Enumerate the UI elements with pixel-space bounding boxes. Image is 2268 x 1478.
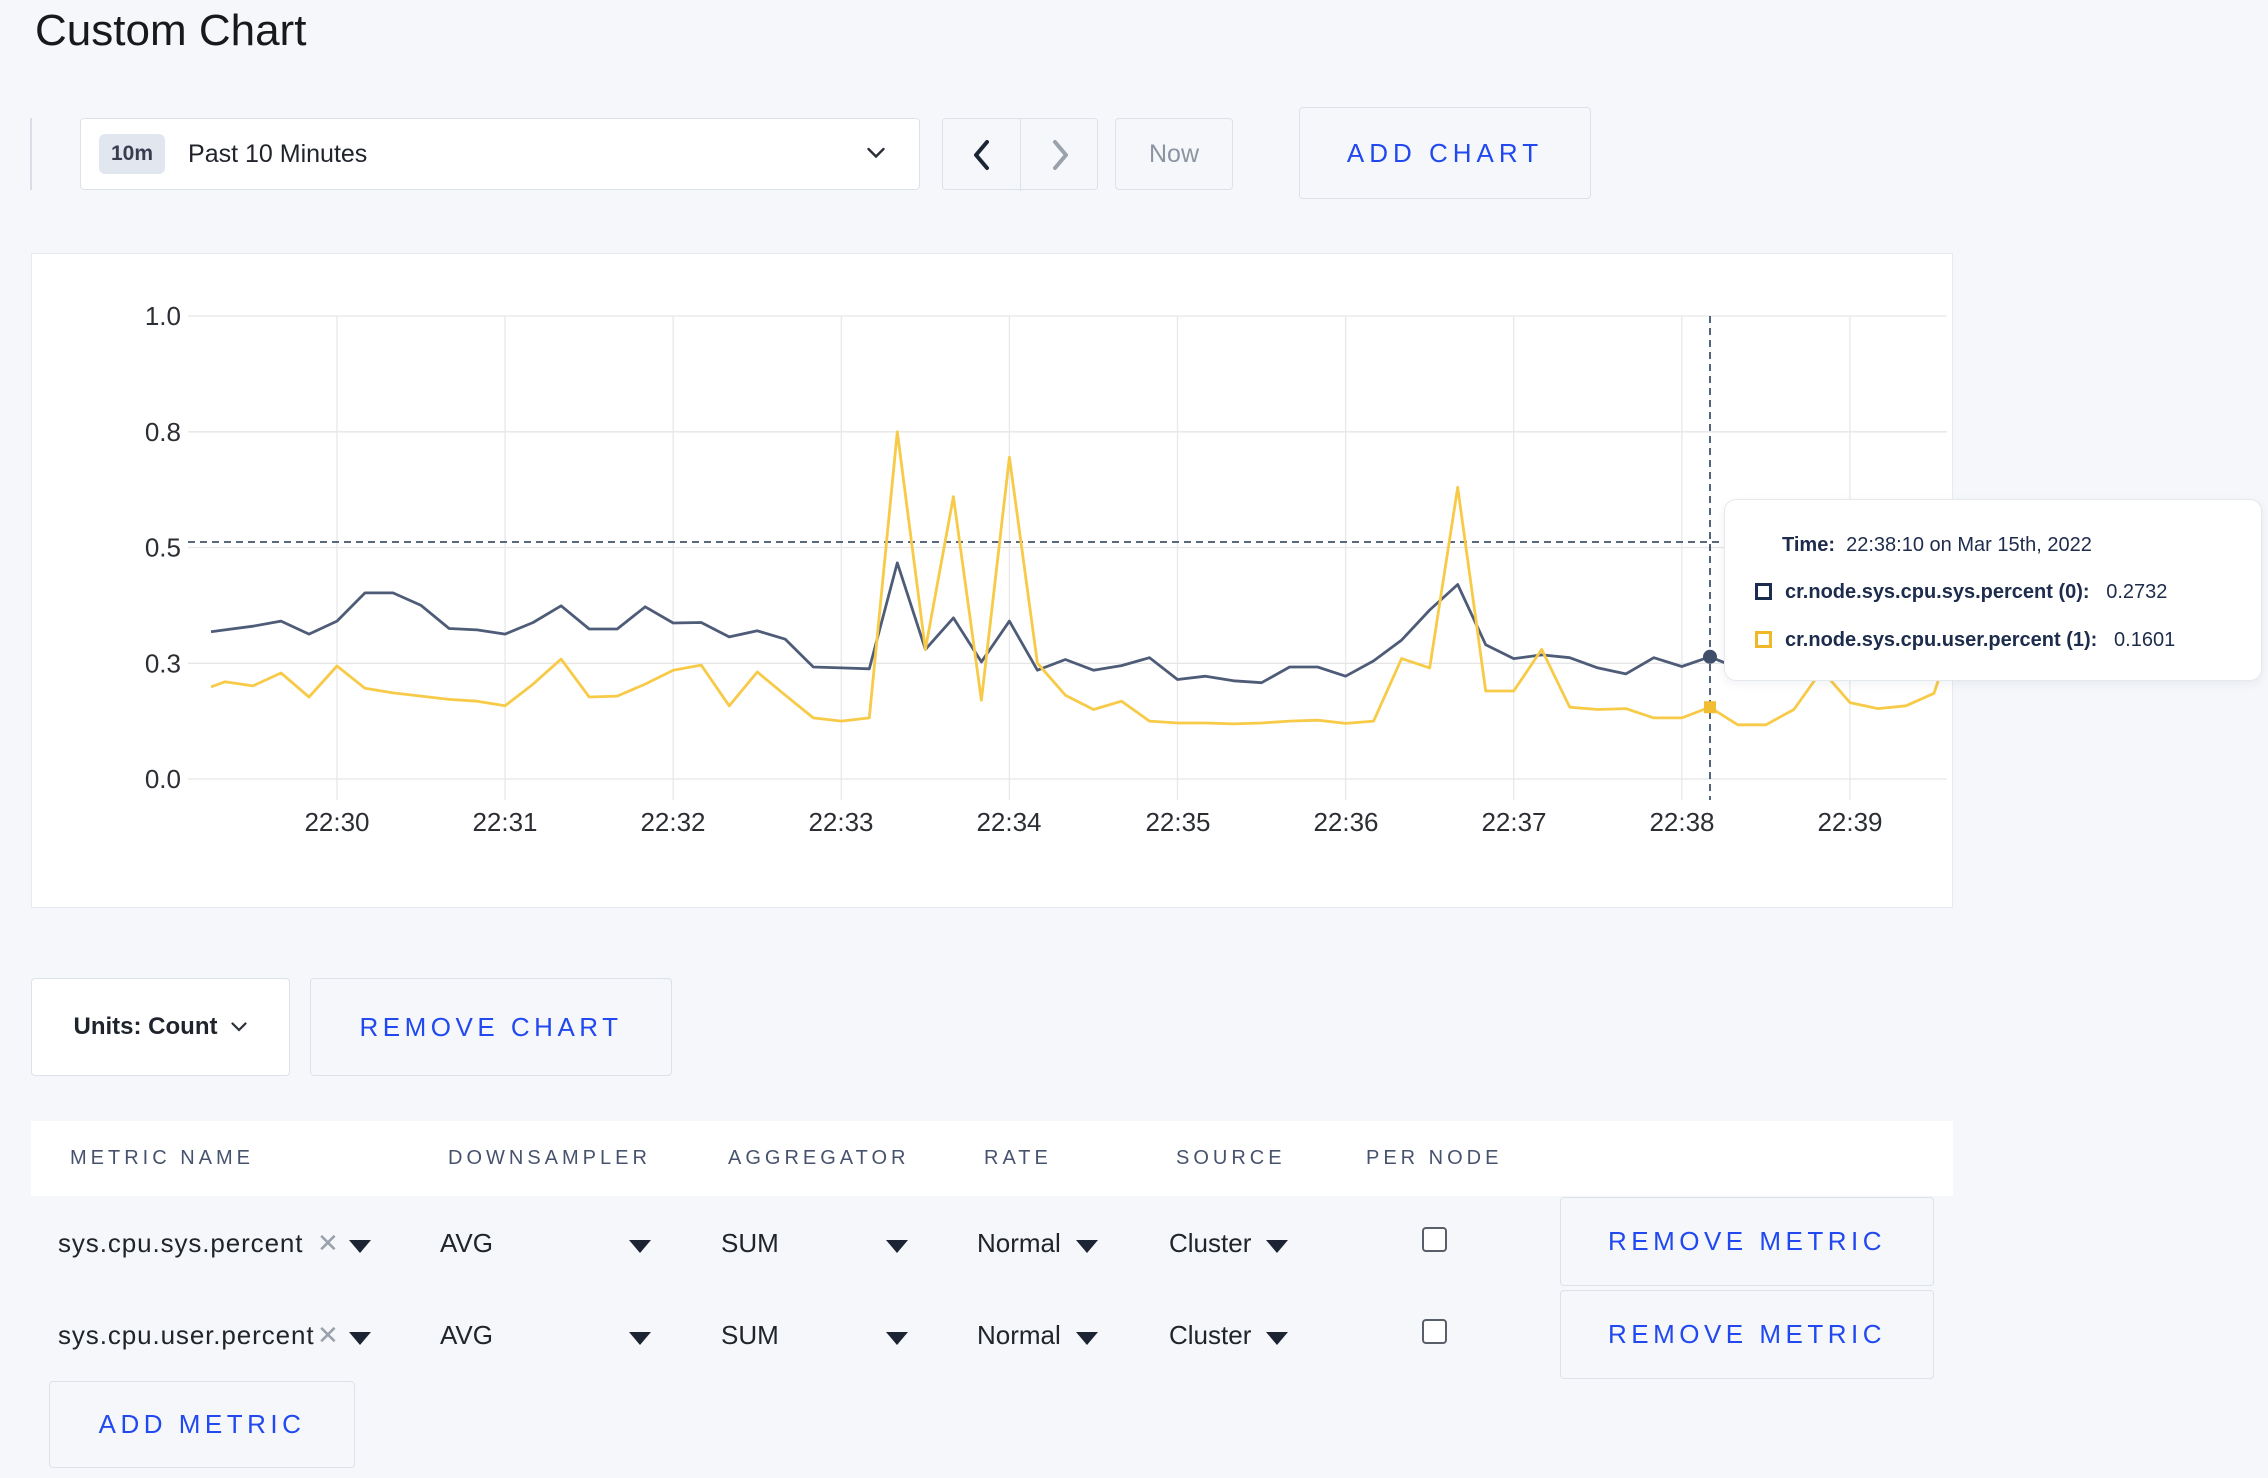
svg-text:22:34: 22:34: [976, 807, 1041, 837]
svg-text:0.5: 0.5: [145, 533, 181, 563]
svg-text:22:38: 22:38: [1649, 807, 1714, 837]
svg-text:0.8: 0.8: [145, 417, 181, 447]
svg-text:0.3: 0.3: [145, 648, 181, 678]
svg-text:22:32: 22:32: [640, 807, 705, 837]
svg-text:1.0: 1.0: [145, 301, 181, 331]
svg-text:22:35: 22:35: [1145, 807, 1210, 837]
svg-text:22:30: 22:30: [304, 807, 369, 837]
svg-text:22:33: 22:33: [808, 807, 873, 837]
svg-text:22:39: 22:39: [1817, 807, 1882, 837]
svg-text:22:37: 22:37: [1481, 807, 1546, 837]
svg-text:0.0: 0.0: [145, 764, 181, 794]
svg-text:22:31: 22:31: [472, 807, 537, 837]
svg-text:22:36: 22:36: [1313, 807, 1378, 837]
